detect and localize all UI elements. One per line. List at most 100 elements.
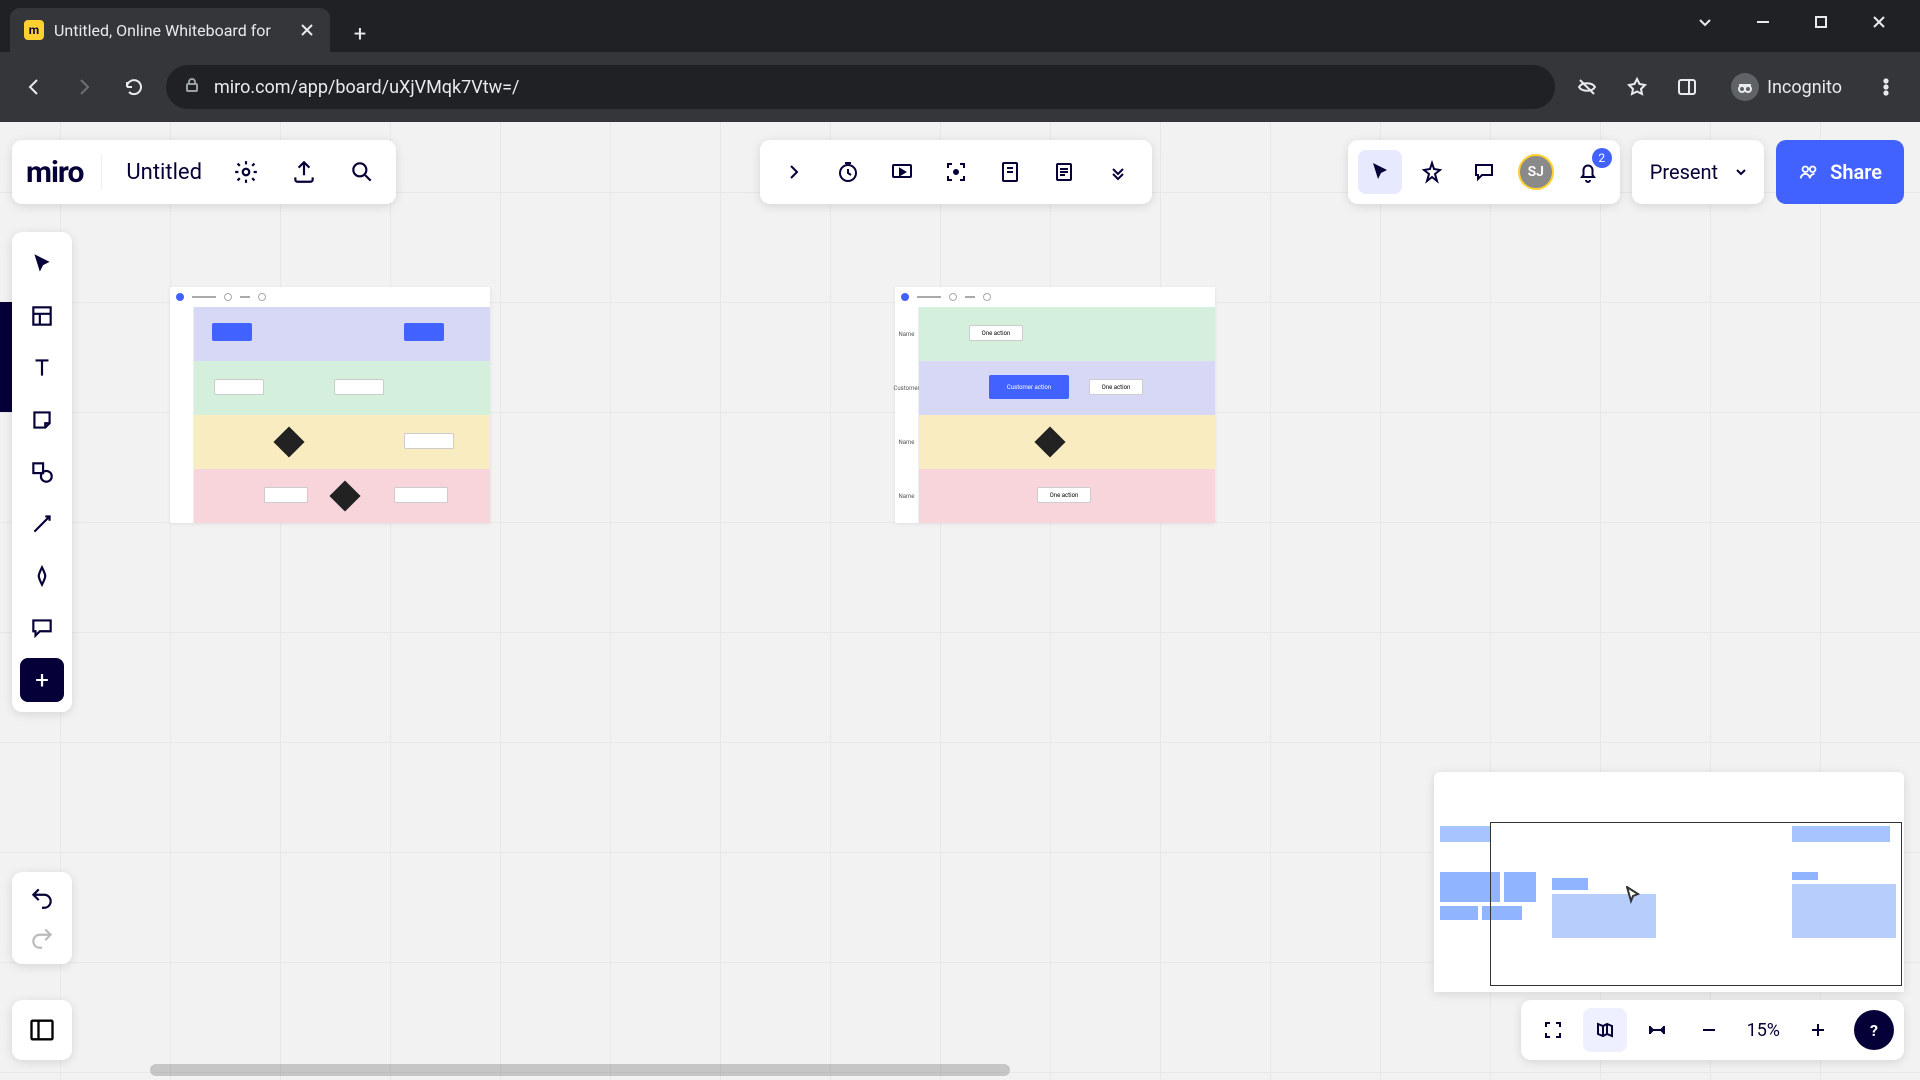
settings-button[interactable]	[226, 152, 266, 192]
bookmark-icon[interactable]	[1619, 69, 1655, 105]
cursor-tool-icon[interactable]	[1358, 150, 1402, 194]
node[interactable]: One action	[969, 325, 1023, 341]
address-bar[interactable]: miro.com/app/board/uXjVMqk7Vtw=/	[166, 65, 1555, 109]
chevron-down-icon[interactable]	[1726, 164, 1756, 180]
lane-label: Customer	[895, 361, 919, 415]
notes-icon[interactable]	[1042, 150, 1086, 194]
chevron-down-icon[interactable]	[1690, 7, 1720, 37]
node[interactable]: Customer action	[989, 375, 1069, 399]
undo-redo-group	[12, 872, 72, 964]
swimlane-diagram-1[interactable]	[170, 287, 490, 523]
help-button[interactable]: ?	[1854, 1010, 1894, 1050]
apps-toolbar	[760, 140, 1152, 204]
incognito-icon	[1731, 73, 1759, 101]
zoom-in-button[interactable]	[1796, 1008, 1840, 1052]
incognito-label: Incognito	[1767, 77, 1842, 98]
side-panel-icon[interactable]	[1669, 69, 1705, 105]
share-label: Share	[1830, 160, 1882, 184]
collab-toolbar: SJ 2 Present Share	[1348, 140, 1904, 204]
close-window-icon[interactable]	[1864, 7, 1894, 37]
reload-button[interactable]	[116, 69, 152, 105]
node[interactable]	[394, 487, 448, 503]
pen-tool-icon[interactable]	[20, 554, 64, 598]
lock-icon	[184, 77, 200, 98]
present-label: Present	[1650, 160, 1718, 184]
search-button[interactable]	[342, 152, 382, 192]
back-button[interactable]	[16, 69, 52, 105]
forward-button[interactable]	[66, 69, 102, 105]
close-tab-icon[interactable]	[298, 21, 316, 39]
sticky-note-icon[interactable]	[20, 398, 64, 442]
tab-title: Untitled, Online Whiteboard for	[54, 21, 288, 40]
nav-bar: miro.com/app/board/uXjVMqk7Vtw=/ Incogni…	[0, 52, 1920, 122]
node[interactable]	[334, 379, 384, 395]
creation-toolbar: +	[12, 232, 72, 712]
minimize-icon[interactable]	[1748, 7, 1778, 37]
text-tool-icon[interactable]	[20, 346, 64, 390]
templates-icon[interactable]	[20, 294, 64, 338]
lane-label: Name	[895, 415, 919, 469]
zoom-controls: 15% ?	[1521, 1000, 1904, 1060]
notifications-icon[interactable]: 2	[1566, 150, 1610, 194]
lane-label: Name	[895, 307, 919, 361]
miro-favicon: m	[24, 20, 44, 40]
connection-line-icon[interactable]	[20, 502, 64, 546]
fullscreen-icon[interactable]	[1531, 1008, 1575, 1052]
timer-icon[interactable]	[826, 150, 870, 194]
miro-app: Name Customer Name Name One action Custo…	[0, 122, 1920, 1080]
reactions-icon[interactable]	[1410, 150, 1454, 194]
miro-logo[interactable]: miro	[26, 155, 83, 190]
more-apps-icon[interactable]	[1096, 150, 1140, 194]
new-tab-button[interactable]: +	[342, 16, 378, 52]
horizontal-scrollbar[interactable]	[150, 1064, 1010, 1076]
browser-tab[interactable]: m Untitled, Online Whiteboard for	[10, 8, 330, 52]
voting-icon[interactable]	[988, 150, 1032, 194]
cursor-in-minimap-icon	[1626, 886, 1640, 904]
nav-right: Incognito	[1569, 67, 1904, 107]
kebab-menu-icon[interactable]	[1868, 69, 1904, 105]
window-controls	[1690, 0, 1920, 44]
undo-button[interactable]	[20, 880, 64, 916]
people-icon	[1798, 161, 1820, 183]
node[interactable]	[404, 433, 454, 449]
comment-tool-icon[interactable]	[20, 606, 64, 650]
board-title[interactable]: Untitled	[120, 160, 208, 185]
browser-chrome: m Untitled, Online Whiteboard for + miro…	[0, 0, 1920, 122]
node[interactable]	[404, 323, 444, 341]
url-text: miro.com/app/board/uXjVMqk7Vtw=/	[214, 77, 519, 98]
board-header-toolbar: miro Untitled	[12, 140, 396, 204]
redo-button[interactable]	[20, 920, 64, 956]
node[interactable]	[264, 487, 308, 503]
expand-apps-icon[interactable]	[772, 150, 816, 194]
frame-focus-icon[interactable]	[934, 150, 978, 194]
minimap-toggle-icon[interactable]	[1583, 1008, 1627, 1052]
maximize-icon[interactable]	[1806, 7, 1836, 37]
more-tools-button[interactable]: +	[20, 658, 64, 702]
eye-off-icon[interactable]	[1569, 69, 1605, 105]
node[interactable]: One action	[1089, 379, 1143, 395]
presentation-icon[interactable]	[880, 150, 924, 194]
frames-panel-button[interactable]	[12, 1000, 72, 1060]
user-avatar[interactable]: SJ	[1514, 150, 1558, 194]
present-button[interactable]: Present	[1632, 140, 1764, 204]
incognito-chip[interactable]: Incognito	[1719, 67, 1854, 107]
shapes-icon[interactable]	[20, 450, 64, 494]
node[interactable]	[212, 323, 252, 341]
lane-label: Name	[895, 469, 919, 523]
swimlane-diagram-2[interactable]: Name Customer Name Name One action Custo…	[895, 287, 1215, 523]
decision-node[interactable]	[273, 426, 304, 457]
minimap[interactable]	[1434, 772, 1904, 992]
decision-node[interactable]	[329, 480, 360, 511]
zoom-out-button[interactable]	[1687, 1008, 1731, 1052]
decision-node[interactable]	[1034, 426, 1065, 457]
comments-icon[interactable]	[1462, 150, 1506, 194]
fit-to-screen-icon[interactable]	[1635, 1008, 1679, 1052]
node[interactable]	[214, 379, 264, 395]
share-button[interactable]: Share	[1776, 140, 1904, 204]
export-button[interactable]	[284, 152, 324, 192]
select-tool-icon[interactable]	[20, 242, 64, 286]
tab-strip: m Untitled, Online Whiteboard for +	[0, 0, 1920, 52]
node[interactable]: One action	[1037, 487, 1091, 503]
minimap-viewport[interactable]	[1490, 822, 1902, 986]
zoom-level[interactable]: 15%	[1739, 1020, 1788, 1041]
